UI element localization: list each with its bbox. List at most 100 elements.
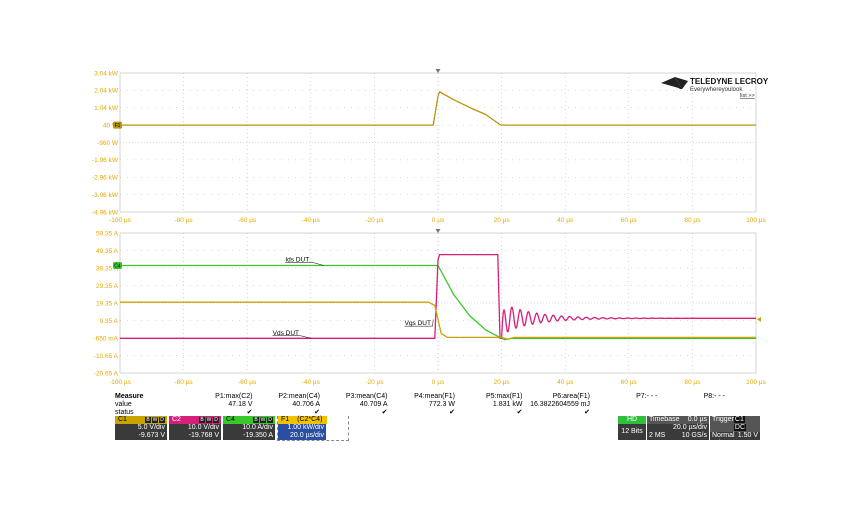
brand-link[interactable]: list >>	[740, 93, 755, 99]
measure-param-name[interactable]: P5:max(F1)	[455, 393, 523, 401]
status-check-icon: ✔	[584, 409, 590, 416]
hd-bits: 12 Bits	[618, 424, 646, 440]
x-tick-label: 80 µs	[684, 379, 701, 386]
teledyne-lecroy-logo: TELEDYNE LECROY Everywhereyoulook list >…	[661, 77, 769, 99]
y-tick-label: 19.35 A	[96, 300, 119, 307]
trigger-level-arrow-icon	[757, 316, 761, 322]
trigger-label: Trigger	[712, 416, 734, 423]
x-tick-label: 20 µs	[494, 217, 511, 224]
y-tick-label: -10.65 A	[94, 353, 119, 360]
y-tick-label: -1.96 kW	[92, 157, 119, 164]
x-tick-label: 40 µs	[557, 217, 574, 224]
channel-descriptor-c1[interactable]: C1 BWD 5.0 V/div -9.673 V	[115, 416, 167, 440]
channel-vdiv: 10.0 A/div	[242, 424, 273, 431]
channel-descriptor-c4[interactable]: C4 BWD 10.0 A/div -19.350 A	[223, 416, 275, 440]
x-tick-label: -20 µs	[365, 217, 384, 224]
channel-flags: BWD	[145, 417, 165, 423]
channel-label: C4	[226, 416, 235, 423]
measure-value	[658, 401, 726, 409]
hd-indicator[interactable]: HD 12 Bits	[618, 416, 646, 440]
measure-param-name[interactable]: P2:mean(C4)	[253, 393, 320, 401]
channel-marker-label: F1	[115, 123, 121, 129]
timebase-tdiv: 20.0 µs/div	[673, 424, 707, 431]
trigger-level: 1.50 V	[737, 432, 758, 439]
y-tick-label: 3.04 kW	[94, 70, 119, 77]
x-tick-label: 100 µs	[746, 379, 766, 386]
y-tick-label: -960 W	[97, 140, 119, 147]
channel-vdiv: 5.0 V/div	[137, 424, 165, 431]
measure-param-name[interactable]: P7:- - -	[590, 393, 657, 401]
y-tick-label: 59.35 A	[96, 230, 119, 237]
measure-param-name[interactable]: P8:- - -	[658, 393, 725, 401]
x-tick-label: -40 µs	[302, 379, 321, 386]
x-tick-label: -60 µs	[238, 217, 257, 224]
timebase-label: Timebase	[649, 416, 680, 423]
measure-param-name[interactable]: P1:max(C2)	[185, 393, 252, 401]
measure-value: 772.3 W	[428, 401, 455, 408]
y-tick-label: 9.35 A	[100, 318, 119, 325]
trigger-mode: Normal	[712, 432, 735, 439]
measure-param-name[interactable]: P4:mean(F1)	[388, 393, 455, 401]
function-expression: (C2*C4)	[297, 416, 323, 423]
y-tick-label: 29.35 A	[96, 283, 119, 290]
measure-value	[590, 401, 658, 409]
trigger-channel: C1	[733, 416, 745, 423]
brand-name: TELEDYNE LECROY	[690, 77, 769, 86]
measure-value-row: value 47.18 V 40.706 A 40.709 A 772.3 W …	[115, 401, 760, 409]
brand-tagline: Everywhereyoulook	[690, 87, 743, 93]
y-tick-label: 49.35 A	[96, 248, 119, 255]
x-tick-label: 0 µs	[432, 217, 445, 224]
x-tick-label: 40 µs	[557, 379, 574, 386]
x-tick-label: 60 µs	[621, 379, 638, 386]
status-check-icon: ✔	[516, 409, 523, 416]
measure-param-name[interactable]: P3:mean(C4)	[320, 393, 388, 401]
channel-flags: BWD	[199, 417, 219, 423]
x-tick-label: 0 µs	[432, 379, 445, 386]
measure-value: 47.18 V	[228, 401, 253, 408]
channel-marker-label: C4	[114, 263, 121, 269]
measure-header-row: Measure P1:max(C2) P2:mean(C4) P3:mean(C…	[115, 393, 760, 401]
top-grid: -100 µs -80 µs -60 µs -40 µs -20 µs 0 µs 20 µs…	[92, 69, 767, 224]
function-descriptor-f1[interactable]: F1 (C2*C4) 1.00 kW/div 20.0 µs/div	[277, 416, 349, 441]
timebase-offset: 0.0 µs	[687, 416, 707, 423]
measure-value: 16.3822604559 mJ	[530, 401, 590, 408]
function-vdiv: 1.00 kW/div	[287, 424, 324, 431]
trigger-position-icon	[435, 229, 441, 233]
trigger-box[interactable]: Trigger C1 DC Normal 1.50 V Edge Neg	[710, 416, 760, 447]
trigger-slope: Neg	[745, 440, 758, 447]
measure-row-label: value	[115, 401, 132, 408]
trigger-type: Edge	[712, 440, 729, 447]
y-tick-label: -3.96 kW	[92, 192, 119, 199]
y-tick-label: -4.96 kW	[92, 209, 119, 216]
x-tick-label: -40 µs	[302, 217, 321, 224]
measure-value: 1.831 kW	[492, 401, 523, 408]
y-tick-label: -2.96 kW	[92, 175, 119, 182]
x-tick-label: -80 µs	[174, 379, 193, 386]
channel-label: C1	[118, 416, 127, 423]
channel-offset: -19.768 V	[188, 432, 219, 439]
channel-descriptor-c2[interactable]: C2 BWD 10.0 V/div -19.768 V	[169, 416, 221, 440]
function-label: F1	[281, 416, 290, 423]
measure-row-label: Measure	[115, 393, 144, 400]
measurement-table: Measure P1:max(C2) P2:mean(C4) P3:mean(C…	[115, 393, 760, 417]
y-tick-label: -20.65 A	[94, 370, 119, 377]
timebase-points: 2 MS	[649, 432, 666, 439]
x-tick-label: 60 µs	[621, 217, 638, 224]
measure-param-name[interactable]: P6:area(F1)	[523, 393, 590, 401]
x-tick-label: -60 µs	[238, 379, 257, 386]
y-tick-label: 2.04 kW	[94, 88, 119, 95]
trace-f1	[120, 91, 756, 126]
timebase-box[interactable]: Timebase 0.0 µs 20.0 µs/div 2 MS 10 GS/s	[647, 416, 709, 440]
x-tick-label: -100 µs	[109, 379, 132, 386]
function-hdiv: 20.0 µs/div	[290, 432, 324, 439]
measure-value: 40.709 A	[359, 401, 388, 408]
status-check-icon: ✔	[449, 409, 455, 416]
teledyne-logo-icon	[661, 77, 688, 89]
x-tick-label: -80 µs	[174, 217, 193, 224]
channel-flags: BWD	[253, 417, 273, 423]
hd-label: HD	[618, 416, 646, 424]
annotation-leader	[432, 319, 434, 327]
channel-vdiv: 10.0 V/div	[187, 424, 219, 431]
channel-offset: -9.673 V	[138, 432, 165, 439]
bottom-grid: -100 µs -80 µs -60 µs -40 µs -20 µs 0 µs 20 µs…	[93, 229, 767, 386]
